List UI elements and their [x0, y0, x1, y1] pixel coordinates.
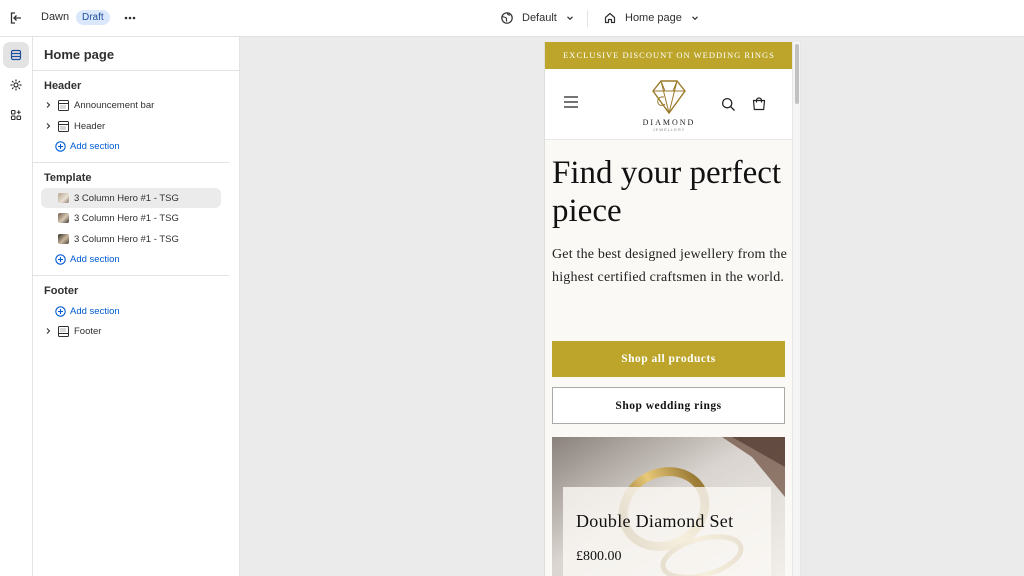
announcement-bar[interactable]: EXCLUSIVE DISCOUNT ON WEDDING RINGS — [545, 42, 792, 69]
chevron-right-icon[interactable] — [41, 321, 55, 341]
add-section-label: Add section — [70, 305, 120, 317]
editor-topbar: Dawn Draft Default Home page — [0, 0, 1024, 37]
exit-icon[interactable] — [4, 6, 28, 30]
preview-scrollbar[interactable] — [792, 42, 801, 576]
page-selector[interactable]: Home page — [603, 6, 700, 30]
apps-icon[interactable] — [3, 102, 29, 128]
section-label: Header — [74, 120, 106, 132]
scrollbar-thumb[interactable] — [795, 44, 799, 104]
section-label: Footer — [74, 325, 102, 337]
card-price: £800.00 — [576, 549, 622, 564]
editor-rail — [0, 37, 33, 576]
more-actions-icon[interactable] — [118, 6, 142, 30]
shop-all-products-button[interactable]: Shop all products — [552, 341, 785, 377]
mobile-preview[interactable]: EXCLUSIVE DISCOUNT ON WEDDING RINGS DIAM… — [544, 42, 792, 576]
divider — [33, 275, 229, 276]
section-label: 3 Column Hero #1 - TSG — [74, 192, 179, 204]
topbar-divider — [587, 10, 588, 27]
divider — [33, 70, 240, 71]
add-section-footer-button[interactable]: Add section — [55, 302, 120, 320]
section-footer[interactable]: Footer — [41, 321, 221, 341]
add-section-template-button[interactable]: Add section — [55, 250, 120, 268]
add-section-label: Add section — [70, 140, 120, 152]
settings-gear-icon[interactable] — [3, 72, 29, 98]
hero-section: Find your perfect piece Get the best des… — [545, 140, 792, 576]
layout-footer-icon — [57, 325, 69, 337]
chevron-down-icon — [691, 16, 698, 21]
layout-section-icon — [57, 99, 69, 111]
section-thumbnail — [57, 192, 69, 204]
add-section-header-button[interactable]: Add section — [55, 137, 120, 155]
hero-text: Get the best designed jewellery from the… — [552, 247, 788, 285]
chevron-right-icon[interactable] — [41, 116, 55, 136]
chevron-right-icon[interactable] — [41, 95, 55, 115]
section-label: 3 Column Hero #1 - TSG — [74, 233, 179, 245]
hamburger-menu-icon[interactable] — [563, 95, 579, 112]
section-label: 3 Column Hero #1 - TSG — [74, 212, 179, 224]
plus-circle-icon — [55, 305, 66, 317]
product-card[interactable]: Double Diamond Set £800.00 — [552, 437, 785, 576]
section-label: Announcement bar — [74, 99, 155, 111]
group-title-footer: Footer — [44, 285, 79, 297]
logo-name: DIAMOND — [642, 118, 696, 127]
draft-badge: Draft — [76, 10, 110, 25]
section-3-column-hero-3[interactable]: 3 Column Hero #1 - TSG — [41, 229, 221, 249]
shop-wedding-rings-button[interactable]: Shop wedding rings — [552, 387, 785, 424]
section-3-column-hero-2[interactable]: 3 Column Hero #1 - TSG — [41, 208, 221, 228]
cart-icon[interactable] — [751, 96, 767, 115]
sections-sidebar: Home page Header Announcement bar Header… — [33, 37, 240, 576]
sections-icon[interactable] — [3, 42, 29, 68]
section-3-column-hero-1[interactable]: 3 Column Hero #1 - TSG — [41, 188, 221, 208]
divider — [33, 162, 229, 163]
search-icon[interactable] — [721, 97, 736, 115]
group-title-header: Header — [44, 80, 82, 92]
store-header: DIAMOND JEWELLERY — [545, 69, 792, 140]
layout-section-icon — [57, 120, 69, 132]
diamond-logo-icon — [652, 80, 686, 115]
section-thumbnail — [57, 233, 69, 245]
theme-name: Dawn — [41, 11, 70, 23]
section-header[interactable]: Header — [41, 116, 221, 136]
card-title: Double Diamond Set — [576, 511, 734, 531]
chevron-down-icon — [566, 16, 573, 21]
group-title-template: Template — [44, 172, 92, 184]
home-icon — [604, 12, 616, 24]
hero-heading: Find your perfect piece — [552, 155, 782, 229]
add-section-label: Add section — [70, 253, 120, 265]
view-selector[interactable]: Default — [500, 6, 575, 30]
plus-circle-icon — [55, 253, 66, 265]
view-selector-label: Default — [522, 12, 557, 24]
plus-circle-icon — [55, 140, 66, 152]
sidebar-title: Home page — [44, 47, 115, 62]
section-thumbnail — [57, 212, 69, 224]
store-logo[interactable]: DIAMOND JEWELLERY — [633, 77, 705, 133]
page-selector-label: Home page — [625, 12, 682, 24]
logo-subtitle: JEWELLERY — [652, 127, 686, 132]
globe-icon — [501, 12, 513, 24]
section-announcement-bar[interactable]: Announcement bar — [41, 95, 221, 115]
